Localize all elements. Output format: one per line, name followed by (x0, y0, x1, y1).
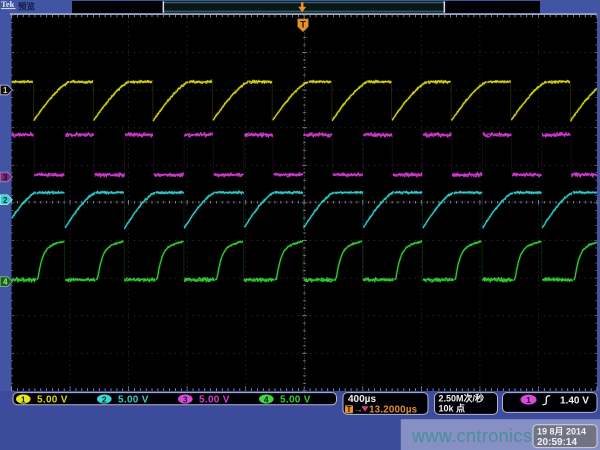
svg-text:19 8月 2014: 19 8月 2014 (537, 427, 586, 437)
svg-text:5.00 V: 5.00 V (37, 395, 68, 406)
svg-text:20:59:14: 20:59:14 (537, 437, 577, 448)
svg-text:2: 2 (102, 394, 107, 404)
svg-text:4: 4 (3, 278, 8, 287)
svg-text:1: 1 (21, 394, 26, 404)
svg-text:13.2000µs: 13.2000µs (369, 404, 418, 415)
svg-text:4: 4 (264, 394, 269, 404)
svg-text:1: 1 (3, 86, 8, 95)
svg-text:预览: 预览 (18, 1, 36, 11)
svg-text:3: 3 (183, 394, 188, 404)
svg-text:1.40 V: 1.40 V (560, 395, 589, 406)
svg-text:2.50M次/秒: 2.50M次/秒 (439, 392, 485, 403)
svg-text:2: 2 (3, 196, 8, 205)
svg-text:1: 1 (526, 395, 531, 405)
svg-text:5.00 V: 5.00 V (118, 395, 149, 406)
svg-text:T: T (347, 405, 352, 414)
svg-text:5.00 V: 5.00 V (199, 395, 230, 406)
svg-text:5.00 V: 5.00 V (280, 395, 311, 406)
svg-text:3: 3 (3, 173, 8, 182)
svg-text:Tek: Tek (1, 0, 15, 9)
svg-text:10k 点: 10k 点 (439, 402, 466, 413)
svg-text:T: T (300, 20, 306, 30)
